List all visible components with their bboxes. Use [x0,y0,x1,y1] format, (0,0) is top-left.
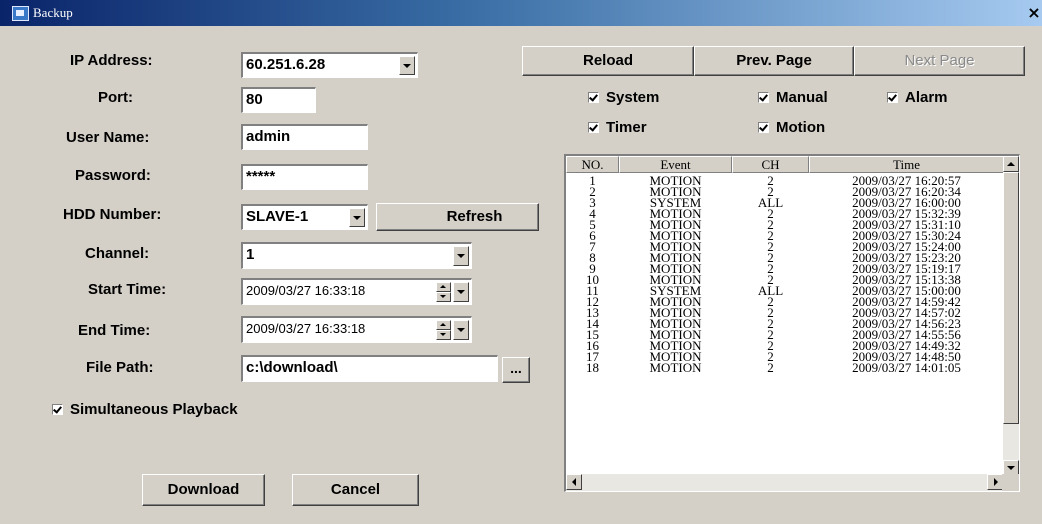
port-field[interactable]: 80 [241,87,316,113]
password-field[interactable]: ***** [241,164,368,190]
start-time-label: Start Time: [88,281,167,298]
file-path-label: File Path: [86,359,154,376]
backup-app-icon [12,6,29,21]
vertical-scrollbar[interactable] [1003,156,1019,476]
filter-system-checkbox[interactable]: System [588,89,659,106]
prev-page-button[interactable]: Prev. Page [694,46,854,76]
user-name-field[interactable]: admin [241,124,368,150]
user-name-label: User Name: [66,129,150,146]
browse-button[interactable]: ... [502,357,530,383]
row-time: 2009/03/27 14:01:05 [852,360,961,375]
title-bar: Backup × [0,0,1042,26]
end-time-label: End Time: [78,322,151,339]
hdd-number-label: HDD Number: [63,206,162,223]
scroll-left-icon[interactable] [566,474,582,490]
simultaneous-playback-checkbox[interactable]: Simultaneous Playback [52,401,238,418]
chevron-down-icon[interactable] [453,320,469,340]
filter-alarm-label: Alarm [905,89,948,106]
filter-alarm-checkbox[interactable]: Alarm [887,89,948,106]
channel-combo[interactable]: 1 [241,242,472,269]
checkbox-checked-icon[interactable] [588,92,599,103]
channel-label: Channel: [85,245,150,262]
hdd-number-combo[interactable]: SLAVE-1 [241,204,368,230]
port-label: Port: [98,89,133,106]
row-ch: 2 [767,360,774,375]
filter-manual-label: Manual [776,89,828,106]
window-title: Backup [33,5,73,20]
column-header-time[interactable]: Time [809,156,1004,173]
row-event: MOTION [649,360,702,375]
filter-manual-checkbox[interactable]: Manual [758,89,828,106]
ip-address-combo[interactable]: 60.251.6.28 [241,52,418,78]
checkbox-checked-icon[interactable] [758,122,769,133]
spin-updown-icon[interactable] [436,282,451,302]
start-time-value: 2009/03/27 16:33:18 [246,283,366,298]
column-header-event[interactable]: Event [619,156,732,173]
checkbox-checked-icon[interactable] [887,92,898,103]
refresh-button[interactable]: Refresh [376,203,539,231]
scroll-right-icon[interactable] [987,474,1003,490]
password-label: Password: [75,167,151,184]
simultaneous-playback-label: Simultaneous Playback [70,401,238,418]
scroll-up-icon[interactable] [1003,156,1019,172]
chevron-down-icon[interactable] [453,246,469,266]
column-header-no[interactable]: NO. [566,156,619,173]
spin-updown-icon[interactable] [436,320,451,340]
channel-value: 1 [246,246,255,263]
close-icon[interactable]: × [1026,4,1042,22]
chevron-down-icon[interactable] [399,56,415,75]
ip-address-label: IP Address: [70,52,153,69]
cancel-button[interactable]: Cancel [292,474,419,506]
chevron-down-icon[interactable] [349,208,365,227]
column-header-ch[interactable]: CH [732,156,809,173]
scrollbar-corner [1002,474,1019,491]
row-no: 18 [586,360,599,375]
next-page-button[interactable]: Next Page [854,46,1025,76]
horizontal-scrollbar[interactable] [566,474,1003,491]
file-path-field[interactable]: c:\download\ [241,355,498,382]
end-time-value: 2009/03/27 16:33:18 [246,321,366,336]
hdd-number-value: SLAVE-1 [246,208,309,225]
checkbox-checked-icon[interactable] [52,404,63,415]
event-list[interactable]: NO. Event CH Time 1 MOTION 2 2009/03/27 16:… [564,154,1020,492]
chevron-down-icon[interactable] [453,282,469,302]
scroll-thumb[interactable] [1003,172,1019,424]
ip-address-value: 60.251.6.28 [246,56,326,73]
table-row[interactable]: 18 MOTION 2 2009/03/27 14:01:05 [566,360,1006,375]
filter-motion-checkbox[interactable]: Motion [758,119,825,136]
checkbox-checked-icon[interactable] [588,122,599,133]
reload-button[interactable]: Reload [522,46,694,76]
filter-system-label: System [606,89,660,106]
filter-motion-label: Motion [776,119,826,136]
end-time-field[interactable]: 2009/03/27 16:33:18 [241,316,472,343]
filter-timer-label: Timer [606,119,647,136]
download-button[interactable]: Download [142,474,265,506]
filter-timer-checkbox[interactable]: Timer [588,119,647,136]
checkbox-checked-icon[interactable] [758,92,769,103]
start-time-field[interactable]: 2009/03/27 16:33:18 [241,278,472,305]
